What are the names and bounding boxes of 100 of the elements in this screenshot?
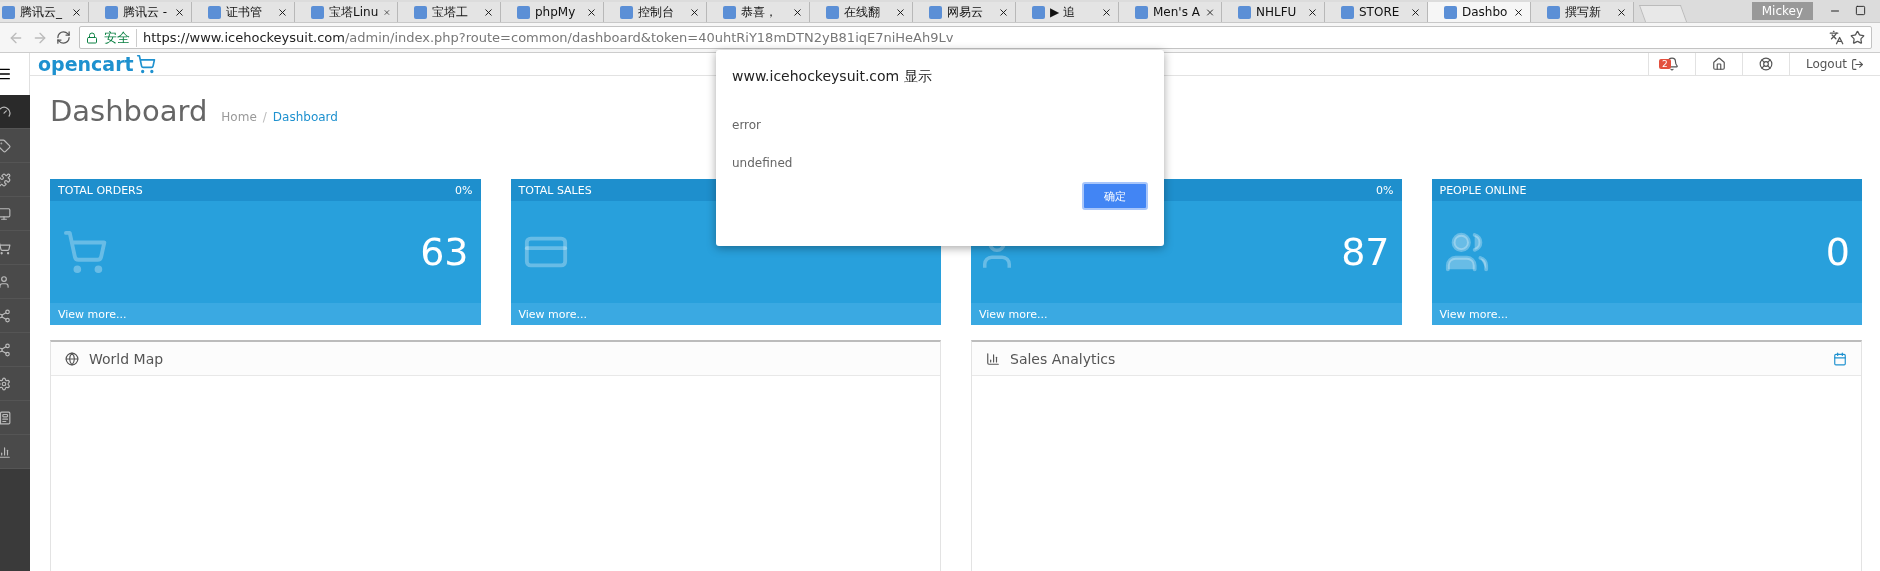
sidebar-item[interactable] [0, 435, 30, 469]
browser-tab[interactable]: 网易云 [913, 2, 1016, 22]
tile-percent: 0% [1376, 183, 1394, 197]
browser-tab[interactable]: 证书管 [192, 2, 295, 22]
monitor-icon [0, 206, 11, 221]
site-icon [826, 5, 839, 19]
breadcrumb-link[interactable]: Dashboard [272, 110, 338, 124]
maximize-icon[interactable] [1855, 5, 1866, 16]
close-icon[interactable] [1616, 6, 1627, 18]
site-icon [1341, 5, 1354, 19]
notifications-button[interactable]: 2 [1647, 53, 1695, 75]
sidebar-item[interactable] [0, 197, 30, 231]
close-icon[interactable] [586, 6, 597, 18]
site-icon [1444, 5, 1457, 19]
site-icon [723, 5, 736, 19]
close-icon[interactable] [998, 6, 1009, 18]
share-icon [0, 342, 11, 357]
tile-title: TOTAL ORDERS [58, 183, 143, 197]
site-icon [620, 5, 633, 19]
dialog-title: www.icehockeysuit.com 显示 [732, 68, 933, 86]
site-icon [208, 5, 221, 19]
browser-tab[interactable]: ▶ 追 [1016, 2, 1119, 22]
sidebar-item[interactable] [0, 299, 30, 333]
bar-chart-icon [986, 351, 1000, 366]
site-icon [414, 5, 427, 19]
dialog-message: error [732, 118, 763, 132]
browser-tab[interactable]: 撰写新 [1531, 2, 1634, 22]
logo[interactable]: opencart [38, 53, 134, 75]
site-icon [1135, 5, 1148, 19]
gauge-icon [0, 104, 11, 119]
ok-button[interactable]: 确定 [1082, 182, 1148, 210]
breadcrumb-separator: / [262, 110, 267, 124]
translate-icon[interactable] [1829, 30, 1844, 45]
home-icon [1711, 57, 1726, 71]
browser-tab[interactable]: 宝塔工 [398, 2, 501, 22]
browser-tab[interactable]: NHLFU [1222, 2, 1325, 22]
site-icon [517, 5, 530, 19]
browser-tab[interactable]: 宝塔Linu [295, 2, 398, 22]
tile-percent: 0% [455, 183, 473, 197]
share-icon [0, 308, 11, 323]
star-icon[interactable] [1850, 30, 1865, 45]
menu-icon[interactable] [0, 66, 12, 82]
browser-tab[interactable]: 腾讯云 - [89, 2, 192, 22]
sidebar-item[interactable] [0, 265, 30, 299]
site-icon [1238, 5, 1251, 19]
bar-chart-icon [0, 444, 11, 459]
close-icon[interactable] [895, 6, 906, 18]
calendar-icon[interactable] [1833, 351, 1847, 366]
browser-tab[interactable]: 腾讯云_ [0, 2, 89, 22]
sidebar-item[interactable] [0, 163, 30, 197]
close-icon[interactable] [174, 6, 185, 18]
reload-icon[interactable] [56, 30, 71, 45]
browser-tab[interactable]: 控制台 [604, 2, 707, 22]
secure-label: 安全 [104, 28, 137, 47]
close-icon[interactable] [689, 6, 700, 18]
site-icon [1032, 5, 1045, 19]
close-icon[interactable] [1307, 6, 1318, 18]
site-icon [311, 5, 324, 19]
user-icon [0, 274, 11, 289]
sidebar-item[interactable] [0, 367, 30, 401]
close-icon[interactable] [483, 6, 494, 18]
close-icon[interactable] [792, 6, 803, 18]
browser-tab[interactable]: 恭喜， [707, 2, 810, 22]
sidebar-item[interactable] [0, 231, 30, 265]
site-icon [105, 5, 118, 19]
site-icon [1547, 5, 1560, 19]
gear-icon [0, 376, 11, 391]
close-icon[interactable] [1513, 6, 1524, 18]
lock-icon [86, 31, 98, 44]
lifebuoy-icon [1758, 57, 1773, 71]
tile-value: 63 [420, 230, 469, 274]
browser-tab[interactable]: Dashbo [1428, 2, 1531, 22]
close-icon[interactable] [1410, 6, 1421, 18]
tile-title: TOTAL SALES [518, 183, 592, 197]
dialog-message: undefined [732, 156, 794, 170]
tile-title: PEOPLE ONLINE [1439, 183, 1527, 197]
logout-icon [1851, 57, 1864, 71]
close-icon[interactable] [1101, 6, 1112, 18]
logout-button[interactable]: Logout [1788, 53, 1880, 75]
browser-tab[interactable]: Men's A [1119, 2, 1222, 22]
tile-value: 0 [1825, 230, 1850, 274]
globe-icon [65, 351, 79, 366]
address-field[interactable]: 安全 https://www.icehockeysuit.com/admin/index.php?route=common/dashboard&token=40uhtRiY18mDTN2yB81iqE7niHeAh9Lv [79, 26, 1872, 49]
page-title: Dashboard [50, 94, 208, 128]
url-text: https://www.icehockeysuit.com/admin/index.php?route=common/dashboard&token=40uhtRiY18mDTN2yB81iqE7niHeAh9Lv [143, 30, 955, 45]
browser-tab[interactable]: STORE [1325, 2, 1428, 22]
sidebar-item[interactable] [0, 129, 30, 163]
close-icon[interactable] [71, 6, 82, 18]
browser-tab[interactable]: phpMy [501, 2, 604, 22]
notification-badge: 2 [1658, 59, 1671, 69]
cart-icon [135, 54, 156, 74]
sidebar-item[interactable] [0, 333, 30, 367]
cart-icon [62, 229, 108, 275]
sidebar-item[interactable] [0, 95, 30, 129]
browser-tab[interactable]: 在线翻 [810, 2, 913, 22]
panel-title: Sales Analytics [1010, 350, 1116, 367]
tile-value: 87 [1341, 230, 1390, 274]
close-icon[interactable] [277, 6, 288, 18]
sidebar-item[interactable] [0, 401, 30, 435]
site-icon [2, 5, 15, 19]
